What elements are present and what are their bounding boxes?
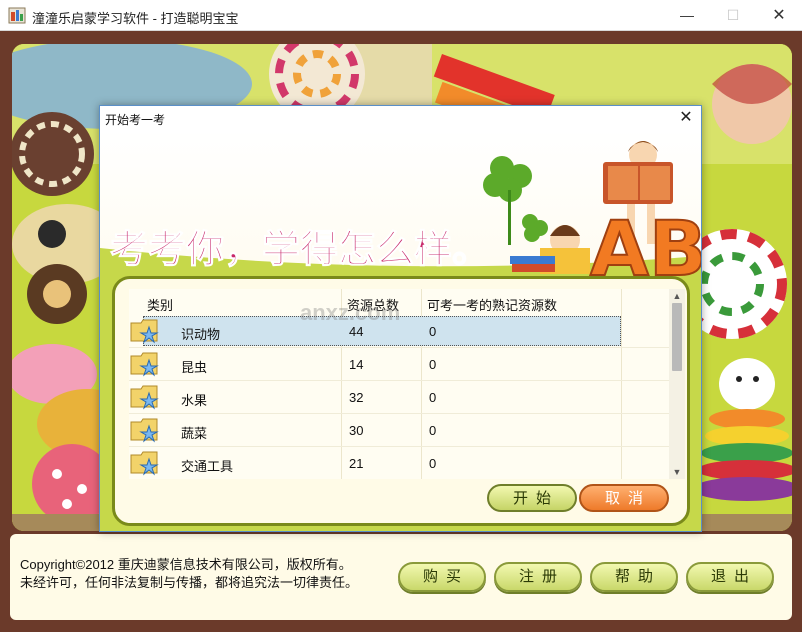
cell-total: 44	[349, 324, 364, 339]
window-titlebar: 潼潼乐启蒙学习软件 - 打造聪明宝宝 — ☐ ✕	[0, 0, 802, 31]
folder-star-icon	[130, 418, 159, 443]
cell-category: 识动物	[181, 327, 221, 342]
column-header-ready[interactable]: 可考一考的熟记资源数	[427, 295, 557, 314]
watermark-text: anxz.com	[300, 300, 401, 325]
dialog-titlebar: 开始考一考 ✕	[100, 106, 701, 130]
copyright-line-1: Copyright©2012 重庆迪蒙信息技术有限公司，版权所有。	[20, 557, 352, 572]
cell-category: 蔬菜	[181, 426, 208, 441]
cell-total: 32	[349, 390, 364, 405]
cell-ready: 0	[429, 456, 437, 471]
footer-bar: Copyright©2012 重庆迪蒙信息技术有限公司，版权所有。 未经许可，任…	[10, 534, 792, 620]
quiz-dialog: 开始考一考 ✕ AB 考考你，学得怎么样。 类别 资源总数 可考一考的熟记资源数…	[99, 105, 702, 532]
folder-star-icon	[130, 352, 159, 377]
table-row[interactable]: 水果 32 0	[129, 381, 669, 414]
copyright-notice: Copyright©2012 重庆迪蒙信息技术有限公司，版权所有。 未经许可，任…	[20, 556, 358, 592]
cell-ready: 0	[429, 423, 437, 438]
scroll-down-arrow-icon[interactable]: ▼	[669, 465, 685, 479]
cell-ready: 0	[429, 390, 437, 405]
cell-ready: 0	[429, 324, 437, 339]
minimize-button[interactable]: —	[664, 0, 710, 31]
list-scrollbar[interactable]: ▲ ▼	[669, 289, 685, 479]
start-button[interactable]: 开始	[487, 484, 577, 512]
cell-total: 14	[349, 357, 364, 372]
table-row[interactable]: 交通工具 21 0	[129, 447, 669, 479]
buy-button[interactable]: 购买	[398, 562, 486, 592]
scroll-thumb[interactable]	[672, 303, 682, 371]
dialog-close-button[interactable]: ✕	[675, 107, 697, 129]
cancel-button[interactable]: 取消	[579, 484, 669, 512]
cell-category: 水果	[181, 393, 208, 408]
column-header-category[interactable]: 类别	[147, 295, 173, 314]
dialog-title: 开始考一考	[105, 113, 166, 127]
cell-category: 交通工具	[181, 459, 234, 474]
register-button[interactable]: 注册	[494, 562, 582, 592]
cell-total: 21	[349, 456, 364, 471]
folder-star-icon	[130, 385, 159, 410]
app-icon	[8, 7, 26, 24]
banner-slogan: 考考你，学得怎么样。	[110, 227, 490, 271]
cell-ready: 0	[429, 357, 437, 372]
copyright-line-2: 未经许可，任何非法复制与传播，都将追究法一切律责任。	[20, 575, 359, 590]
cell-category: 昆虫	[181, 360, 208, 375]
folder-star-icon	[130, 319, 159, 344]
exit-button[interactable]: 退出	[686, 562, 774, 592]
folder-star-icon	[130, 451, 159, 476]
table-row[interactable]: 昆虫 14 0	[129, 348, 669, 381]
category-panel: 类别 资源总数 可考一考的熟记资源数 识动物 44 0 昆虫 14 0 水果 3…	[112, 276, 690, 526]
scroll-up-arrow-icon[interactable]: ▲	[669, 289, 685, 303]
help-button[interactable]: 帮助	[590, 562, 678, 592]
maximize-button[interactable]: ☐	[710, 0, 756, 31]
window-title: 潼潼乐启蒙学习软件 - 打造聪明宝宝	[32, 11, 239, 26]
cell-total: 30	[349, 423, 364, 438]
dialog-body: AB 考考你，学得怎么样。 类别 资源总数 可考一考的熟记资源数 识动物 44 …	[100, 130, 701, 531]
close-button[interactable]: ✕	[756, 0, 802, 31]
table-row[interactable]: 蔬菜 30 0	[129, 414, 669, 447]
